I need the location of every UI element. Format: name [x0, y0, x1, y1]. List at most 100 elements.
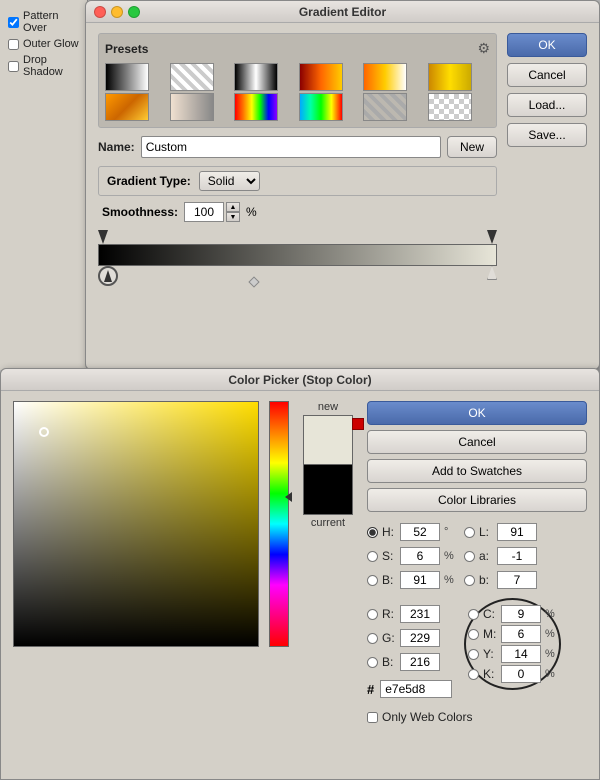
ge-ok-button[interactable]: OK [507, 33, 587, 57]
preset-4[interactable] [299, 63, 343, 91]
C-unit: % [545, 608, 557, 620]
bottom-handle-mid[interactable] [248, 276, 259, 287]
smoothness-spinner[interactable]: ▲ ▼ [226, 202, 240, 222]
Y-input[interactable] [501, 645, 541, 663]
hue-slider[interactable] [269, 401, 289, 647]
ge-save-button[interactable]: Save... [507, 123, 587, 147]
gradient-editor-title: Gradient Editor [299, 5, 386, 19]
smoothness-up[interactable]: ▲ [226, 202, 240, 212]
G-radio[interactable] [367, 633, 378, 644]
preset-1[interactable] [105, 63, 149, 91]
G-input[interactable] [400, 629, 440, 647]
hex-input[interactable] [380, 680, 452, 698]
gradient-bar[interactable] [98, 244, 497, 266]
bottom-arrow-right [487, 266, 497, 280]
web-colors-checkbox[interactable] [367, 712, 378, 723]
close-button[interactable] [94, 6, 106, 18]
preset-10[interactable] [299, 93, 343, 121]
hex-row: # [367, 680, 456, 698]
effect-outer-glow[interactable]: Outer Glow [4, 36, 83, 52]
H-radio[interactable] [367, 527, 378, 538]
C-input[interactable] [501, 605, 541, 623]
R-input[interactable] [400, 605, 440, 623]
hue-slider-wrapper[interactable] [269, 401, 289, 647]
smoothness-input[interactable] [184, 202, 224, 222]
B-radio[interactable] [367, 575, 378, 586]
outer-glow-checkbox[interactable] [8, 39, 19, 50]
K-input[interactable] [501, 665, 541, 683]
cmyk-section: C: % M: % Y: [464, 598, 561, 690]
K-radio[interactable] [468, 669, 479, 680]
gear-icon[interactable]: ⚙ [477, 40, 490, 57]
bottom-handle-right[interactable] [487, 266, 497, 280]
Bfield-input[interactable] [400, 653, 440, 671]
current-swatch[interactable] [303, 465, 353, 515]
new-button[interactable]: New [447, 136, 497, 158]
Y-radio[interactable] [468, 649, 479, 660]
top-handle-right[interactable] [487, 230, 497, 244]
hue-cursor [285, 492, 292, 502]
H-input[interactable] [400, 523, 440, 541]
R-radio[interactable] [367, 609, 378, 620]
smoothness-down[interactable]: ▼ [226, 212, 240, 222]
pattern-overlay-checkbox[interactable] [8, 17, 19, 28]
preset-8[interactable] [170, 93, 214, 121]
name-input[interactable] [141, 136, 441, 158]
drop-shadow-checkbox[interactable] [8, 61, 19, 72]
effect-pattern-overlay[interactable]: Pattern Over [4, 8, 83, 36]
preset-2[interactable] [170, 63, 214, 91]
S-input[interactable] [400, 547, 440, 565]
a-input[interactable] [497, 547, 537, 565]
M-radio[interactable] [468, 629, 479, 640]
b-radio[interactable] [464, 575, 475, 586]
B-row: B: % [367, 570, 456, 590]
preset-3[interactable] [234, 63, 278, 91]
cp-cancel-button[interactable]: Cancel [367, 430, 587, 454]
S-unit: % [444, 550, 456, 562]
L-input[interactable] [497, 523, 537, 541]
B-input[interactable] [400, 571, 440, 589]
C-row: C: % [468, 604, 557, 624]
outer-glow-label: Outer Glow [23, 38, 79, 50]
M-row: M: % [468, 624, 557, 644]
preset-6[interactable] [428, 63, 472, 91]
swatch-copy-icon[interactable] [352, 418, 364, 430]
S-radio[interactable] [367, 551, 378, 562]
minimize-button[interactable] [111, 6, 123, 18]
color-field-wrapper[interactable] [13, 401, 259, 647]
preset-12[interactable] [428, 93, 472, 121]
maximize-button[interactable] [128, 6, 140, 18]
C-radio[interactable] [468, 609, 479, 620]
top-handle-left[interactable] [98, 230, 108, 244]
new-swatch[interactable] [303, 415, 353, 465]
cp-add-to-swatches-button[interactable]: Add to Swatches [367, 459, 587, 483]
Y-row: Y: % [468, 644, 557, 664]
preset-11[interactable] [363, 93, 407, 121]
ge-load-button[interactable]: Load... [507, 93, 587, 117]
L-radio[interactable] [464, 527, 475, 538]
smoothness-row: Smoothness: ▲ ▼ % [98, 202, 497, 222]
H-unit: ° [444, 526, 456, 538]
Bfield-radio[interactable] [367, 657, 378, 668]
color-field[interactable] [13, 401, 259, 647]
b-input[interactable] [497, 571, 537, 589]
a-radio[interactable] [464, 551, 475, 562]
handle-indicator[interactable] [98, 266, 118, 286]
b-label: b: [479, 573, 493, 587]
drop-shadow-label: Drop Shadow [23, 54, 79, 78]
cp-color-libraries-button[interactable]: Color Libraries [367, 488, 587, 512]
cp-ok-button[interactable]: OK [367, 401, 587, 425]
M-input[interactable] [501, 625, 541, 643]
bottom-handle-selected[interactable] [98, 266, 118, 286]
effect-drop-shadow[interactable]: Drop Shadow [4, 52, 83, 80]
gradient-type-select[interactable]: Solid Noise [199, 171, 260, 191]
color-picker-title: Color Picker (Stop Color) [228, 373, 371, 387]
web-colors-label: Only Web Colors [382, 710, 472, 724]
preset-7[interactable] [105, 93, 149, 121]
B-label: B: [382, 573, 396, 587]
web-colors-row: Only Web Colors [367, 710, 587, 724]
preset-5[interactable] [363, 63, 407, 91]
ge-cancel-button[interactable]: Cancel [507, 63, 587, 87]
presets-section: Presets ⚙ [98, 33, 497, 128]
preset-9[interactable] [234, 93, 278, 121]
